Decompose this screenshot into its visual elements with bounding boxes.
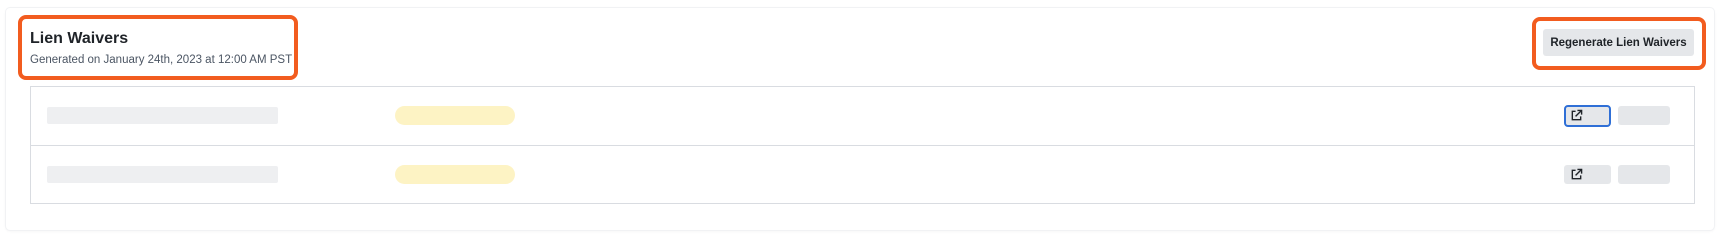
open-document-button[interactable] [1564,165,1611,184]
skeleton-status-badge [395,165,515,184]
skeleton-name-placeholder [47,166,278,183]
open-document-button[interactable] [1564,105,1611,127]
skeleton-status-badge [395,106,515,125]
skeleton-action-button [1618,106,1670,125]
button-highlight-box [1532,17,1706,70]
external-link-icon [1571,109,1583,121]
table-row [31,146,1694,204]
skeleton-name-placeholder [47,107,278,124]
title-highlight-box [18,15,298,80]
table-row [31,87,1694,146]
external-link-icon [1571,168,1583,180]
lien-waivers-table [30,86,1695,204]
skeleton-action-button [1618,165,1670,184]
